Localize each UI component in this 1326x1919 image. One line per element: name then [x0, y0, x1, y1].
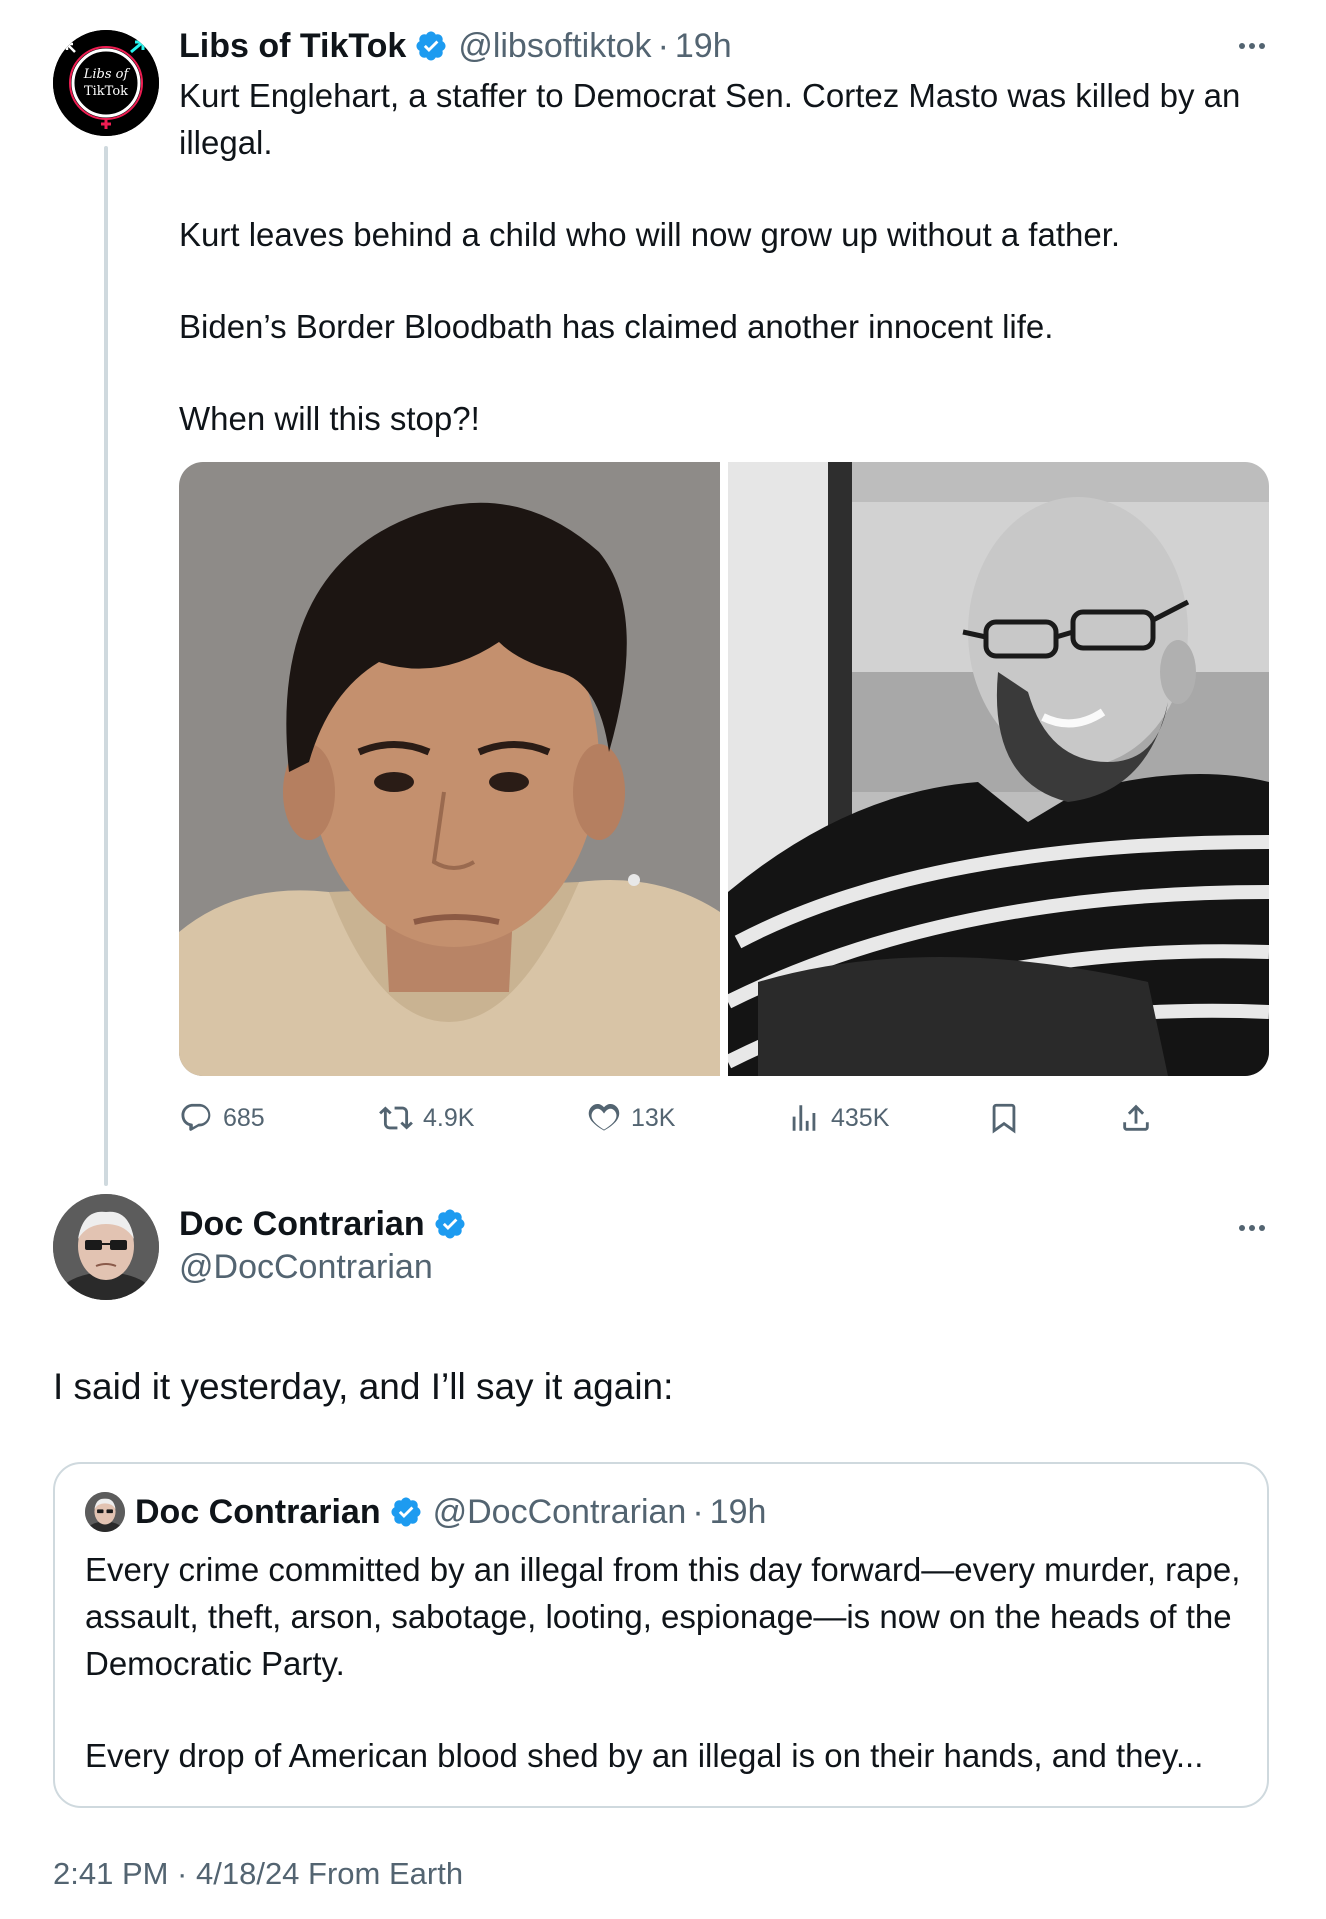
quoted-tweet-header: Doc Contrarian @DocContrarian · 19h	[85, 1490, 766, 1534]
mugshot-photo[interactable]	[179, 462, 720, 1076]
more-options-icon[interactable]	[1230, 1210, 1274, 1246]
heart-icon	[588, 1103, 620, 1131]
quoted-author-handle: @DocContrarian	[432, 1492, 687, 1531]
views-button[interactable]: 435K	[787, 1096, 889, 1140]
reply-author-header: Doc Contrarian	[179, 1202, 467, 1246]
reply-author-handle[interactable]: @DocContrarian	[179, 1248, 433, 1287]
verified-badge-icon	[435, 1209, 465, 1239]
tweet-header: Libs of TikTok @libsoftiktok · 19h	[179, 24, 732, 68]
quoted-author-avatar	[85, 1492, 125, 1532]
like-button[interactable]: 13K	[587, 1096, 675, 1140]
like-count: 13K	[631, 1103, 676, 1132]
retweet-count: 4.9K	[423, 1103, 475, 1132]
doc-contrarian-avatar[interactable]	[53, 1194, 159, 1300]
quoted-tweet-time: 19h	[709, 1492, 767, 1531]
tweet-paragraph: Kurt leaves behind a child who will now …	[179, 216, 1121, 253]
tweet-paragraph: Biden’s Border Bloodbath has claimed ano…	[179, 308, 1054, 345]
tweet-actions: 685 4.9K 13K 435K	[179, 1096, 1179, 1140]
quoted-paragraph: Every drop of American blood shed by an …	[85, 1737, 1204, 1774]
tweet-text: Kurt Englehart, a staffer to Democrat Se…	[179, 72, 1279, 487]
reply-icon	[181, 1103, 211, 1131]
tweet-media	[179, 462, 1269, 1076]
separator-dot: ·	[692, 1492, 704, 1531]
tweet-time[interactable]: 19h	[675, 27, 732, 66]
avatar-text-2: TikTok	[84, 84, 128, 99]
views-count: 435K	[831, 1103, 890, 1132]
reply-text: I said it yesterday, and I’ll say it aga…	[53, 1366, 674, 1407]
tweet-thread: Libs of TikTok Libs of TikTok @libsoftik…	[0, 0, 1326, 1919]
author-name[interactable]: Libs of TikTok	[179, 27, 406, 66]
retweet-button[interactable]: 4.9K	[379, 1096, 474, 1140]
portrait-photo[interactable]	[728, 462, 1269, 1076]
reply-author-name[interactable]: Doc Contrarian	[179, 1205, 425, 1244]
verified-badge-icon	[391, 1497, 421, 1527]
bookmark-button[interactable]	[987, 1096, 1021, 1140]
tweet-paragraph: When will this stop?!	[179, 400, 480, 437]
reply-count: 685	[223, 1103, 265, 1132]
verified-badge-icon	[416, 31, 446, 61]
tweet-timestamp-footer[interactable]: 2:41 PM · 4/18/24 From Earth	[53, 1856, 463, 1892]
quoted-paragraph: Every crime committed by an illegal from…	[85, 1551, 1241, 1682]
tweet-paragraph: Kurt Englehart, a staffer to Democrat Se…	[179, 77, 1241, 161]
share-button[interactable]	[1119, 1096, 1153, 1140]
author-handle[interactable]: @libsoftiktok	[458, 27, 651, 66]
retweet-icon	[379, 1106, 413, 1130]
separator-dot: ·	[657, 26, 669, 65]
avatar-text-1: Libs of	[83, 67, 131, 82]
thread-connector-line	[104, 146, 108, 1186]
quoted-author-name: Doc Contrarian	[135, 1492, 381, 1531]
libs-of-tiktok-avatar[interactable]: Libs of TikTok	[53, 30, 159, 136]
reply-button[interactable]: 685	[179, 1096, 265, 1140]
share-upload-icon	[1123, 1104, 1149, 1131]
bookmark-icon	[992, 1103, 1016, 1134]
more-options-icon[interactable]	[1230, 28, 1274, 64]
views-chart-icon	[792, 1105, 816, 1131]
quoted-tweet[interactable]: Doc Contrarian @DocContrarian · 19h Ever…	[53, 1462, 1269, 1808]
quoted-tweet-text: Every crime committed by an illegal from…	[85, 1546, 1245, 1824]
